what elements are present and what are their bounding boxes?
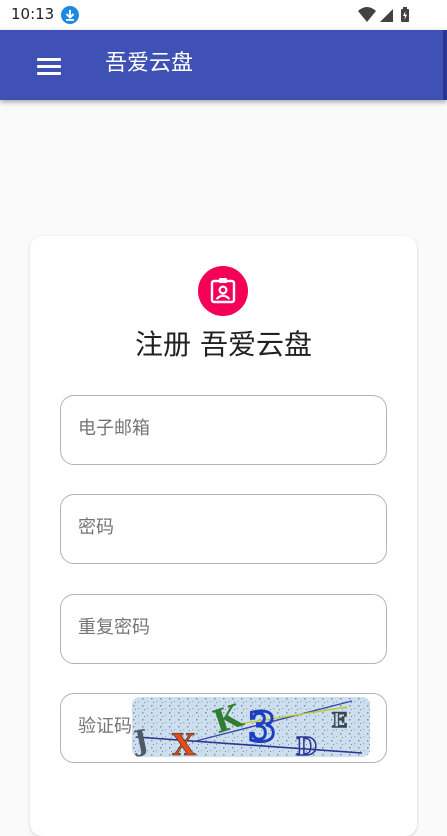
battery-icon — [401, 7, 409, 22]
wifi-icon — [358, 7, 376, 22]
menu-icon[interactable] — [37, 56, 63, 76]
password-placeholder: 密码 — [78, 517, 114, 538]
avatar — [198, 266, 248, 316]
repeat-password-field[interactable]: 重复密码 — [60, 594, 387, 664]
repeat-password-placeholder: 重复密码 — [78, 617, 150, 638]
page-title: 注册 吾爱云盘 — [135, 328, 312, 361]
svg-text:E: E — [332, 708, 347, 732]
captcha-picture: J X K 3 D E — [132, 697, 370, 757]
contact-badge-icon — [210, 278, 236, 304]
captcha-field[interactable]: 验证码 J X K 3 D E — [60, 693, 387, 763]
scroll-edge — [443, 30, 447, 100]
status-bar: 10:13 — [0, 0, 447, 30]
svg-text:X: X — [172, 728, 196, 757]
captcha-image[interactable]: J X K 3 D E — [132, 697, 370, 757]
download-icon — [61, 6, 79, 24]
svg-text:D: D — [296, 732, 317, 757]
email-placeholder: 电子邮箱 — [78, 418, 150, 439]
app-bar: 吾爱云盘 — [0, 30, 447, 100]
status-icons — [358, 6, 414, 24]
password-field[interactable]: 密码 — [60, 494, 387, 564]
captcha-placeholder: 验证码 — [78, 716, 132, 737]
email-field[interactable]: 电子邮箱 — [60, 395, 387, 465]
cell-signal-icon — [380, 9, 393, 22]
app-title: 吾爱云盘 — [105, 51, 194, 76]
register-card: 注册 吾爱云盘 电子邮箱 密码 重复密码 验证码 J X K 3 D E — [30, 236, 417, 836]
svg-text:3: 3 — [248, 704, 276, 751]
status-time: 10:13 — [11, 5, 55, 23]
